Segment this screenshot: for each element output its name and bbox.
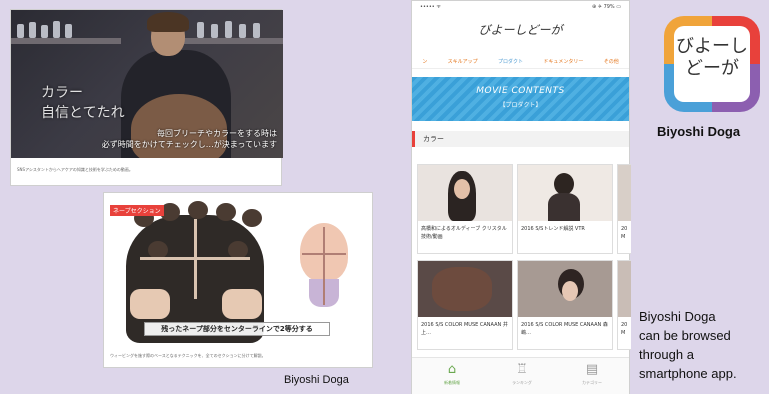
- bottle: [29, 22, 36, 38]
- app-name: Biyoshi Doga: [657, 124, 741, 139]
- description-line: smartphone app.: [639, 366, 737, 381]
- video-screenshot-card: カラー 自信とてたれ 毎回ブリーチやカラーをする時は 必ず時間をかけてチェックし…: [10, 9, 283, 186]
- video-thumbnail[interactable]: 2016 S/S COLOR MUSE CANAAN 森嶋…: [517, 260, 613, 350]
- thumbnail-title: 2016 S/S COLOR MUSE CANAAN 井上…: [421, 322, 508, 336]
- category-icon: ▤: [585, 362, 599, 377]
- description-line: Biyoshi Doga: [639, 309, 716, 324]
- description: Biyoshi Doga can be browsed through a sm…: [639, 307, 769, 383]
- thumbnail-partial-text: 20: [621, 322, 628, 328]
- nav-item-new[interactable]: ⌂ 新着情報: [432, 362, 472, 386]
- video-overlay-title-2: 自信とてたれ: [41, 105, 125, 121]
- video-thumbnail-partial[interactable]: 20 M: [617, 260, 631, 350]
- video-grid: 高橋和によるオルディーブ クリスタル技術/動画 2016 S/Sトレンド解説 V…: [417, 164, 631, 354]
- thumbnail-title: 2016 S/S COLOR MUSE CANAAN 森嶋…: [521, 322, 608, 336]
- banner-title: MOVIE CONTENTS: [476, 86, 565, 96]
- bottle: [239, 24, 246, 38]
- section-header-color: カラー: [412, 131, 629, 147]
- bottle: [41, 25, 48, 38]
- nav-label: ランキング: [512, 380, 532, 385]
- hair-bun: [188, 201, 208, 219]
- home-icon: ⌂: [447, 362, 457, 377]
- thumbnail-partial-text: M: [621, 234, 626, 240]
- video-subtitle-1: 毎回ブリーチやカラーをする時は: [157, 129, 277, 138]
- app-icon-text-1: びよーし: [676, 36, 748, 57]
- diagram-center-line: [323, 227, 325, 305]
- diagram-section-line: [302, 253, 346, 255]
- thumbnail-title: 高橋和によるオルディーブ クリスタル技術/動画: [421, 226, 507, 240]
- video-thumbnail-partial[interactable]: 20 M: [617, 164, 631, 254]
- battery-indicator: ⊕ ✈ 79% ▭: [592, 4, 621, 10]
- thumbnail-partial-text: 20: [621, 226, 628, 232]
- video-caption: SNSアシスタントからヘアケアの知識と技術を学ぶための動画。: [17, 167, 133, 172]
- movie-contents-banner: MOVIE CONTENTS 【プロダクト】: [412, 77, 629, 121]
- bottle: [53, 21, 60, 38]
- hand: [222, 289, 262, 319]
- app-header-logo: びよーしどーが: [478, 23, 563, 37]
- thumbnail-image: [518, 165, 612, 221]
- bottle: [197, 22, 204, 38]
- nav-label: 新着情報: [444, 380, 460, 385]
- tab-documentary[interactable]: ドキュメンタリー: [543, 55, 583, 68]
- trophy-icon: ♖: [516, 362, 528, 377]
- tutorial-slide-card: ネープセクション 残ったネープ部分をセンターラインで2等分する ウィービングを施…: [103, 192, 373, 368]
- stylist-hair: [147, 12, 189, 32]
- video-overlay-title: カラー: [41, 85, 83, 101]
- tab-skill-up[interactable]: スキルアップ: [448, 55, 478, 68]
- video-thumbnail[interactable]: 2016 S/Sトレンド解説 VTR: [517, 164, 613, 254]
- thumbnail-title: 2016 S/Sトレンド解説 VTR: [521, 226, 585, 232]
- bottle: [17, 24, 24, 38]
- thumbnail-image: [618, 261, 631, 317]
- video-thumbnail[interactable]: 高橋和によるオルディーブ クリスタル技術/動画: [417, 164, 513, 254]
- bottle: [211, 24, 218, 38]
- category-tabs: ン スキルアップ プロダクト ドキュメンタリー その他: [412, 55, 629, 69]
- signal-indicator: ••••• ᯤ: [420, 4, 441, 10]
- figure-label: Biyoshi Doga: [284, 374, 349, 386]
- slide-subtitle: 残ったネープ部分をセンターラインで2等分する: [144, 322, 330, 336]
- thumbnail-image: [618, 165, 631, 221]
- thumbnail-partial-text: M: [621, 330, 626, 336]
- nav-item-category[interactable]: ▤ カテゴリー: [572, 362, 612, 386]
- tab-partial[interactable]: ン: [422, 55, 427, 68]
- tab-product[interactable]: プロダクト: [498, 55, 523, 68]
- slide-caption: ウィービングを施す際のベースとなるテクニックを、全てのセクションに分けて解説。: [110, 353, 266, 358]
- thumbnail-image: [418, 165, 512, 221]
- shelf: [181, 38, 283, 44]
- app-icon-text-2: どーが: [685, 58, 739, 79]
- status-bar: ••••• ᯤ ⊕ ✈ 79% ▭: [412, 1, 629, 13]
- video-thumbnail[interactable]: 2016 S/S COLOR MUSE CANAAN 井上…: [417, 260, 513, 350]
- tutorial-slide[interactable]: ネープセクション 残ったネープ部分をセンターラインで2等分する: [104, 193, 372, 343]
- shelf: [11, 38, 121, 44]
- hair-part-line: [140, 257, 250, 260]
- nav-item-ranking[interactable]: ♖ ランキング: [502, 362, 542, 386]
- description-line: can be browsed: [639, 328, 731, 343]
- bottom-nav: ⌂ 新着情報 ♖ ランキング ▤ カテゴリー: [412, 357, 629, 394]
- app-icon[interactable]: びよーし どーが: [664, 16, 760, 112]
- thumbnail-image: [518, 261, 612, 317]
- smartphone-screen: ••••• ᯤ ⊕ ✈ 79% ▭ びよーしどーが ン スキルアップ プロダクト…: [411, 0, 631, 394]
- section-tag: ネープセクション: [110, 205, 164, 216]
- video-frame[interactable]: カラー 自信とてたれ 毎回ブリーチやカラーをする時は 必ず時間をかけてチェックし…: [11, 10, 283, 158]
- video-subtitle-2: 必ず時間をかけてチェックし…が決まっています: [101, 140, 277, 149]
- hair-bun: [242, 209, 262, 227]
- bottle: [253, 23, 260, 38]
- banner-subtitle: 【プロダクト】: [499, 102, 542, 109]
- hair-bun: [216, 203, 236, 221]
- bottle: [65, 24, 72, 38]
- bottle: [225, 21, 232, 38]
- thumbnail-image: [418, 261, 512, 317]
- tab-other[interactable]: その他: [604, 55, 619, 68]
- hand: [130, 289, 170, 319]
- nav-label: カテゴリー: [582, 380, 602, 385]
- description-line: through a: [639, 347, 694, 362]
